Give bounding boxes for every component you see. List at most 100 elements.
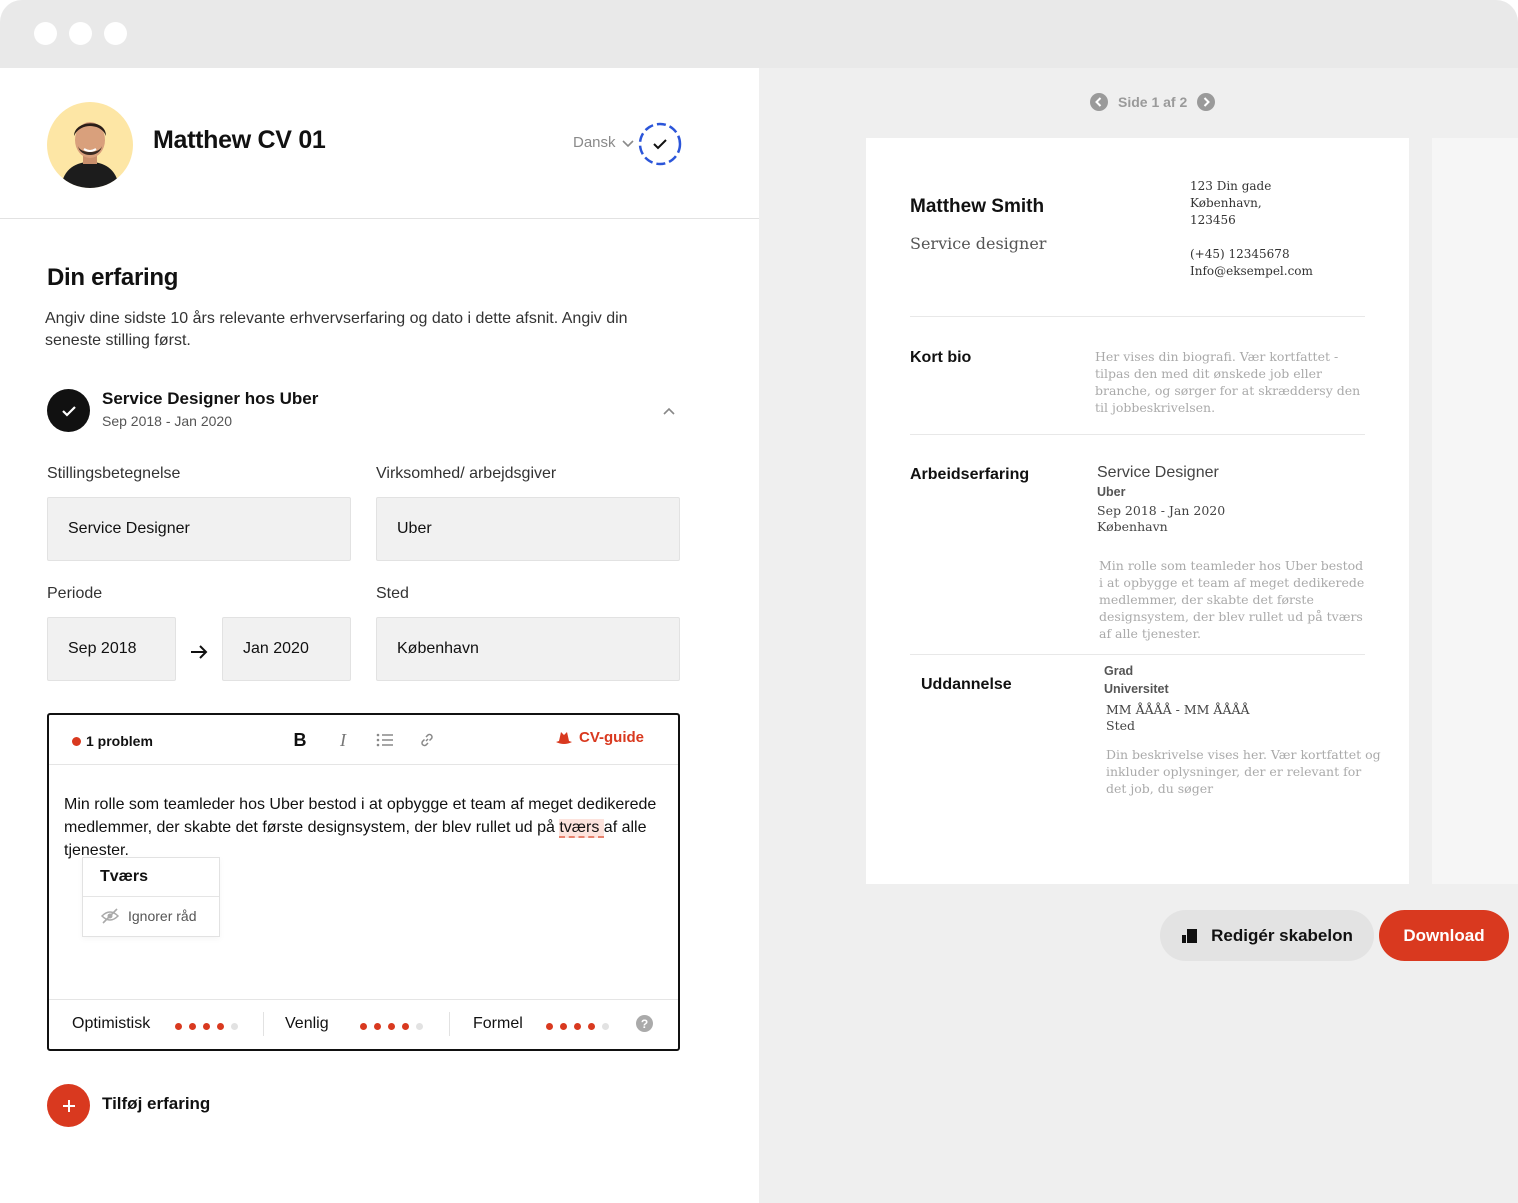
start-date-field[interactable]: Sep 2018 (47, 617, 176, 681)
plus-icon (62, 1099, 75, 1112)
chevron-right-icon (1204, 97, 1211, 107)
edu-degree: Grad (1104, 664, 1134, 678)
location-label: Sted (376, 585, 409, 602)
next-page-button[interactable] (1197, 93, 1216, 111)
period-label: Periode (47, 585, 103, 602)
edit-template-label: Redigér skabelon (1211, 925, 1353, 945)
section-description: Angiv dine sidste 10 års relevante erhve… (45, 310, 628, 349)
spelling-suggestion-popup: Tværs Ignorer råd (82, 857, 220, 937)
tone-label: Formel (473, 1015, 523, 1032)
cv-contact: 123 Din gade København, 123456 (+45) 123… (1190, 178, 1313, 280)
email: Info@eksempel.com (1190, 264, 1313, 278)
employer-field[interactable]: Uber (376, 497, 680, 561)
arrow-right-icon (191, 645, 208, 659)
tone-dot (360, 1023, 367, 1030)
tone-label: Venlig (285, 1015, 329, 1032)
tone-dot (588, 1023, 595, 1030)
add-experience-label[interactable]: Tilføj erfaring (102, 1094, 210, 1114)
edu-description: Din beskrivelse vises her. Vær kortfatte… (1106, 747, 1381, 796)
add-experience-button[interactable] (47, 1084, 90, 1127)
address-line: København, (1190, 196, 1262, 210)
next-page-preview (1432, 138, 1518, 884)
phone: (+45) 12345678 (1190, 247, 1290, 261)
tone-dot (416, 1023, 423, 1030)
tone-dot (546, 1023, 553, 1030)
avatar[interactable] (47, 102, 133, 188)
ignore-suggestion-button[interactable]: Ignorer råd (100, 908, 196, 924)
tone-dot (189, 1023, 196, 1030)
exp-company: Uber (1097, 485, 1126, 499)
cv-title[interactable]: Matthew CV 01 (153, 126, 326, 155)
previous-page-button[interactable] (1090, 93, 1108, 111)
list-icon (376, 733, 393, 747)
job-title[interactable]: Service Designer hos Uber (102, 389, 318, 409)
bullet-list-button[interactable] (374, 729, 396, 751)
description-editor[interactable]: 1 problem B I CV-guide Min rolle som tea… (47, 713, 680, 1051)
tone-dot (402, 1023, 409, 1030)
tone-dot (574, 1023, 581, 1030)
location-field[interactable]: København (376, 617, 680, 681)
editor-toolbar: 1 problem B I CV-guide (49, 715, 678, 765)
exp-dates: Sep 2018 - Jan 2020 (1097, 503, 1226, 518)
section-title: Din erfaring (47, 264, 179, 291)
divider (83, 896, 219, 897)
exp-description: Min rolle som teamleder hos Uber bestod … (1099, 558, 1365, 641)
chevron-left-icon (1095, 97, 1102, 107)
window-dot (104, 22, 127, 45)
tone-dots (546, 1023, 609, 1030)
window-dot (34, 22, 57, 45)
edu-school: Universitet (1104, 682, 1169, 696)
link-icon (421, 733, 433, 747)
template-icon (1182, 928, 1198, 943)
tone-dot (231, 1023, 238, 1030)
exp-city: København (1097, 519, 1168, 534)
divider (910, 434, 1365, 435)
edit-template-button[interactable]: Redigér skabelon (1160, 910, 1374, 961)
divider (910, 316, 1365, 317)
misspelled-word[interactable]: tværs (559, 819, 604, 838)
download-button[interactable]: Download (1379, 910, 1509, 961)
italic-button[interactable]: I (332, 729, 354, 751)
bio-heading: Kort bio (910, 349, 972, 366)
tone-dot (374, 1023, 381, 1030)
end-date-field[interactable]: Jan 2020 (222, 617, 351, 681)
tone-meter: Optimistisk Venlig Formel ? (49, 999, 678, 1049)
bold-button[interactable]: B (289, 729, 311, 751)
eye-off-icon (100, 908, 120, 924)
chevron-up-icon[interactable] (662, 404, 676, 418)
cv-guide-label: CV-guide (579, 729, 645, 746)
window-titlebar (0, 0, 1518, 68)
problem-indicator-icon (72, 737, 81, 746)
tone-label: Optimistisk (72, 1015, 151, 1032)
job-title-label: Stillingsbetegnelse (47, 465, 181, 482)
ignore-label: Ignorer råd (128, 908, 197, 924)
cv-preview-page[interactable]: Matthew Smith Service designer 123 Din g… (866, 138, 1409, 884)
education-heading: Uddannelse (921, 676, 1012, 693)
tone-dot (560, 1023, 567, 1030)
tone-dot (175, 1023, 182, 1030)
header-divider (0, 218, 759, 219)
link-button[interactable] (416, 729, 438, 751)
help-icon[interactable]: ? (636, 1015, 653, 1032)
employer-label: Virksomhed/ arbejdsgiver (376, 465, 557, 482)
experience-heading: Arbeidserfaring (910, 466, 1030, 483)
edu-place: Sted (1106, 718, 1135, 733)
address-line: 123 Din gade (1190, 179, 1272, 193)
edu-dates: MM ÅÅÅÅ - MM ÅÅÅÅ (1106, 702, 1250, 717)
bio-text: Her vises din biografi. Vær kortfattet -… (1095, 349, 1361, 415)
divider (263, 1012, 264, 1036)
person-icon (61, 122, 119, 188)
language-select[interactable]: Dansk (573, 134, 616, 151)
problem-count[interactable]: 1 problem (86, 733, 153, 749)
tone-dots (360, 1023, 423, 1030)
page-indicator: Side 1 af 2 (1118, 94, 1188, 110)
chevron-down-icon[interactable] (621, 136, 635, 150)
editor-content[interactable]: Min rolle som teamleder hos Uber bestod … (64, 793, 664, 862)
cv-guide-button[interactable]: CV-guide (555, 729, 644, 746)
hat-icon (556, 731, 572, 744)
tone-dot (203, 1023, 210, 1030)
job-title-field[interactable]: Service Designer (47, 497, 351, 561)
job-complete-icon (47, 389, 90, 432)
suggestion-option[interactable]: Tværs (100, 868, 148, 886)
window-dot (69, 22, 92, 45)
